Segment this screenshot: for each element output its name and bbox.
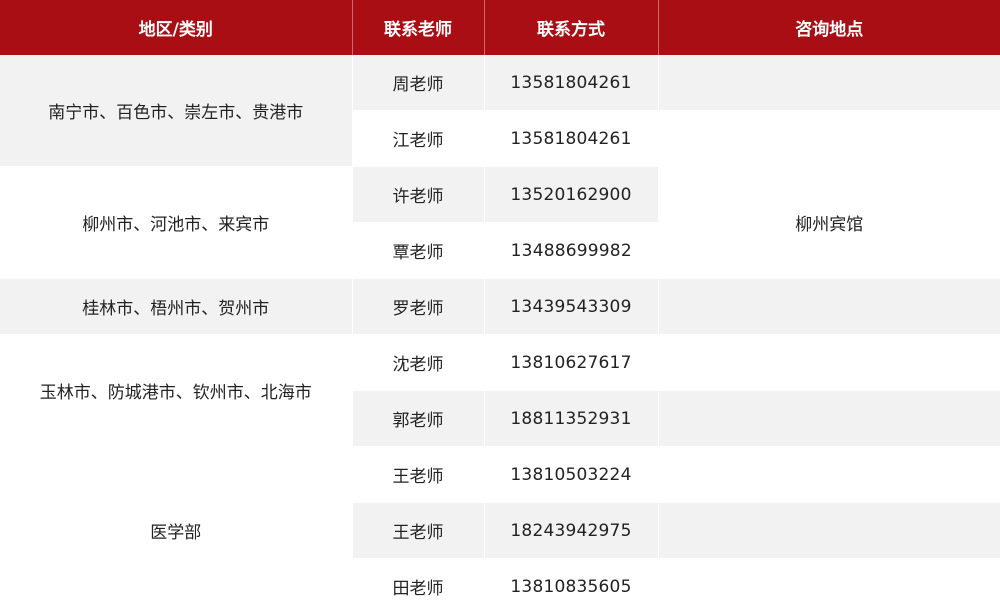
- teacher-cell: 江老师: [352, 110, 485, 167]
- place-cell-empty: [658, 55, 1000, 111]
- phone-cell: 13439543309: [484, 278, 659, 335]
- teacher-cell: 许老师: [352, 166, 485, 223]
- region-cell: 桂林市、梧州市、贺州市: [0, 278, 353, 335]
- header-teacher: 联系老师: [352, 0, 485, 55]
- table-body: 南宁市、百色市、崇左市、贵港市 周老师 13581804261 江老师 1358…: [0, 55, 1000, 615]
- teacher-cell: 沈老师: [352, 334, 485, 391]
- table-row: 柳州市、河池市、来宾市 许老师 13520162900 柳州宾馆: [0, 166, 1000, 279]
- phone-cell: 13581804261: [484, 110, 659, 167]
- phone-cell: 13810627617: [484, 334, 659, 391]
- phone-cell: 13520162900: [484, 166, 659, 223]
- place-cell-empty: [658, 390, 1000, 447]
- region-cell: 玉林市、防城港市、钦州市、北海市: [0, 334, 353, 447]
- place-cell: 柳州宾馆: [658, 166, 1000, 279]
- region-cell: 柳州市、河池市、来宾市: [0, 166, 353, 279]
- place-cell-empty: [658, 278, 1000, 335]
- teacher-cell: 王老师: [352, 446, 485, 503]
- teacher-cell: 罗老师: [352, 278, 485, 335]
- place-cell-empty: [658, 110, 1000, 167]
- table-header: 地区/类别 联系老师 联系方式 咨询地点: [0, 0, 1000, 55]
- region-cell: 医学部: [0, 446, 353, 615]
- phone-cell: 13488699982: [484, 222, 658, 279]
- table-row: 南宁市、百色市、崇左市、贵港市 周老师 13581804261: [0, 55, 1000, 167]
- teacher-cell: 覃老师: [352, 222, 485, 279]
- teacher-cell: 周老师: [352, 55, 485, 111]
- phone-cell: 13581804261: [484, 55, 659, 111]
- place-cell-empty: [658, 446, 1000, 503]
- phone-cell: 18811352931: [484, 390, 659, 447]
- teacher-cell: 王老师: [352, 502, 485, 559]
- place-cell-empty: [658, 334, 1000, 391]
- place-cell-empty: [658, 558, 1000, 615]
- teacher-cell: 郭老师: [352, 390, 485, 447]
- header-phone: 联系方式: [484, 0, 659, 55]
- header-region: 地区/类别: [0, 0, 353, 55]
- region-cell: 南宁市、百色市、崇左市、贵港市: [0, 55, 353, 167]
- table-row: 玉林市、防城港市、钦州市、北海市 沈老师 13810627617: [0, 334, 1000, 447]
- teacher-cell: 田老师: [352, 558, 485, 615]
- phone-cell: 13810835605: [484, 558, 659, 615]
- table-row: 医学部 王老师 13810503224: [0, 446, 1000, 615]
- header-row: 地区/类别 联系老师 联系方式 咨询地点: [0, 0, 1000, 55]
- contact-table: 地区/类别 联系老师 联系方式 咨询地点 南宁市、百色市、崇左市、贵港市 周老师…: [0, 0, 1000, 615]
- place-cell-empty: [658, 502, 1000, 559]
- phone-cell: 18243942975: [484, 502, 659, 559]
- phone-cell: 13810503224: [484, 446, 659, 503]
- header-place: 咨询地点: [658, 0, 1000, 55]
- table-row: 桂林市、梧州市、贺州市 罗老师 13439543309: [0, 278, 1000, 335]
